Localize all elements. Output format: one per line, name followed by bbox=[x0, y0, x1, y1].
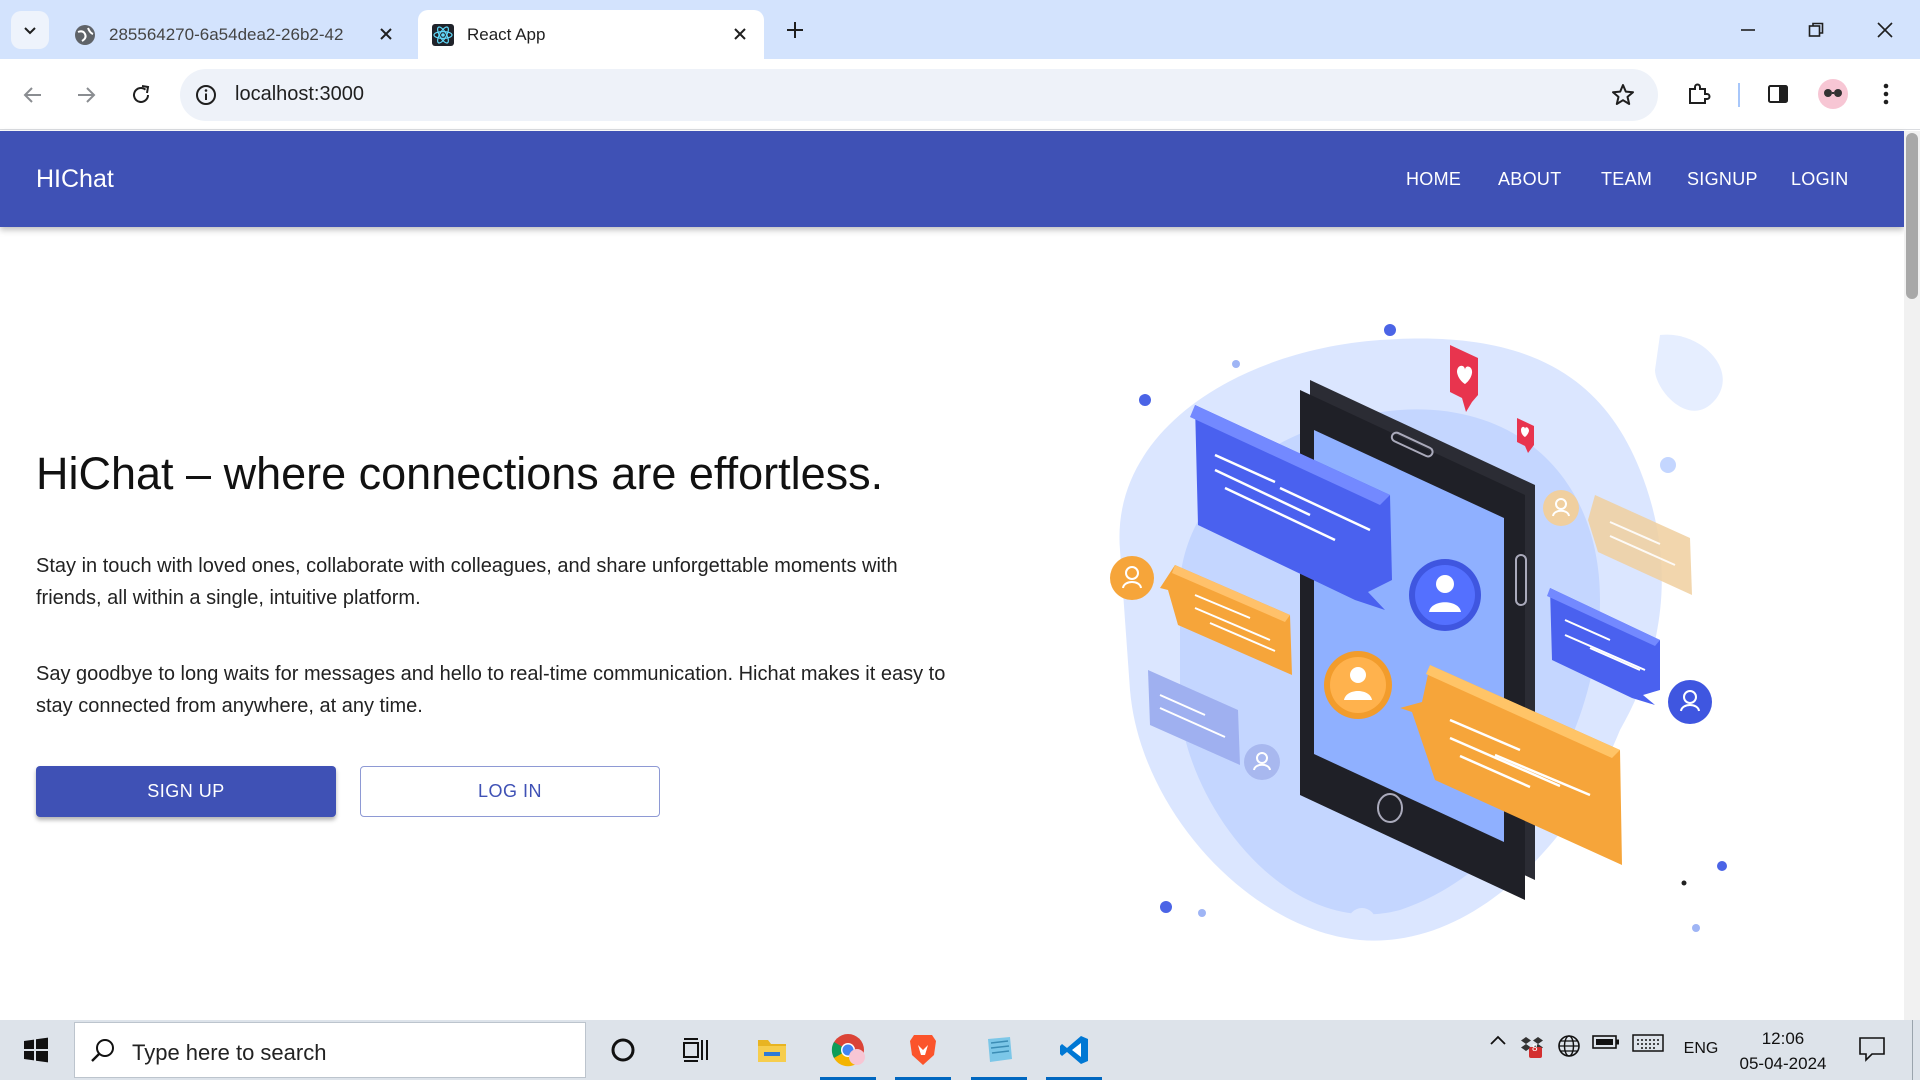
cortana-button[interactable] bbox=[593, 1024, 653, 1076]
task-view-button[interactable] bbox=[666, 1024, 726, 1076]
search-icon bbox=[89, 1037, 117, 1065]
chat-phone-illustration bbox=[1110, 324, 1727, 941]
network-tray-icon[interactable] bbox=[1555, 1034, 1583, 1058]
nav-home[interactable]: HOME bbox=[1406, 169, 1461, 190]
show-hidden-icons-button[interactable] bbox=[1486, 1034, 1510, 1046]
close-icon[interactable] bbox=[730, 24, 750, 44]
action-center-button[interactable] bbox=[1855, 1036, 1889, 1062]
arrow-right-icon bbox=[78, 87, 96, 103]
brand-logo-text[interactable]: HIChat bbox=[36, 165, 114, 194]
tab-inactive[interactable]: 285564270-6a54dea2-26b2-42 bbox=[60, 10, 410, 59]
browser-toolbar: localhost:3000 bbox=[0, 59, 1920, 130]
cortana-circle-icon bbox=[611, 1038, 635, 1062]
browser-tab-strip: 285564270-6a54dea2-26b2-42 React App bbox=[0, 0, 1920, 59]
extensions-button[interactable] bbox=[1680, 76, 1716, 112]
forward-button[interactable] bbox=[68, 77, 104, 113]
chrome-icon bbox=[831, 1034, 865, 1067]
notification-count-badge: 8 bbox=[1532, 1043, 1538, 1054]
tab-search-button[interactable] bbox=[11, 11, 49, 49]
notes-app-taskbar-button[interactable] bbox=[969, 1024, 1029, 1080]
folder-icon bbox=[758, 1040, 786, 1062]
reload-button[interactable] bbox=[123, 77, 159, 113]
back-button[interactable] bbox=[15, 77, 51, 113]
nav-signup[interactable]: SIGNUP bbox=[1687, 169, 1758, 190]
battery-icon bbox=[1592, 1035, 1619, 1049]
search-placeholder: Type here to search bbox=[132, 1040, 327, 1065]
login-button[interactable]: LOG IN bbox=[360, 766, 660, 817]
new-tab-button[interactable] bbox=[777, 12, 813, 48]
url-text: localhost:3000 bbox=[235, 83, 364, 105]
close-icon[interactable] bbox=[376, 24, 396, 44]
clock-time: 12:06 bbox=[1761, 1029, 1805, 1048]
bookmark-star-icon[interactable] bbox=[1610, 82, 1636, 108]
restore-button[interactable] bbox=[1798, 12, 1834, 48]
chevron-up-icon bbox=[1490, 1035, 1506, 1045]
avatar-icon bbox=[1818, 79, 1848, 109]
kebab-menu-icon bbox=[1883, 83, 1889, 105]
arrow-left-icon bbox=[23, 87, 41, 103]
tab-title: 285564270-6a54dea2-26b2-42 bbox=[109, 24, 344, 44]
windows-logo-icon bbox=[24, 1037, 48, 1063]
taskbar-search-box[interactable]: Type here to search bbox=[74, 1022, 586, 1078]
minimize-icon bbox=[1741, 29, 1755, 31]
clock-date: 05-04-2024 bbox=[1739, 1054, 1827, 1073]
brave-taskbar-button[interactable] bbox=[893, 1024, 953, 1080]
close-window-button[interactable] bbox=[1867, 12, 1903, 48]
windows-taskbar: Type here to search 8 ENG 12:06 05-04-20… bbox=[0, 1020, 1920, 1080]
address-bar[interactable]: localhost:3000 bbox=[180, 69, 1658, 121]
signup-button[interactable]: SIGN UP bbox=[36, 766, 336, 817]
battery-tray-icon[interactable] bbox=[1590, 1034, 1622, 1050]
dropbox-tray-icon[interactable]: 8 bbox=[1518, 1034, 1546, 1058]
show-desktop-button[interactable] bbox=[1912, 1020, 1920, 1080]
profile-avatar[interactable] bbox=[1815, 76, 1851, 112]
notification-icon bbox=[1859, 1037, 1885, 1062]
side-panel-icon bbox=[1768, 85, 1788, 103]
nav-login[interactable]: LOGIN bbox=[1791, 169, 1849, 190]
keyboard-icon bbox=[1632, 1034, 1664, 1052]
toolbar-divider bbox=[1738, 83, 1740, 107]
hero-paragraph-2: Say goodbye to long waits for messages a… bbox=[36, 663, 946, 717]
page-scrollbar-thumb[interactable] bbox=[1906, 133, 1918, 299]
nav-team[interactable]: TEAM bbox=[1601, 169, 1652, 190]
start-button[interactable] bbox=[6, 1024, 66, 1076]
tab-title: React App bbox=[467, 24, 546, 44]
keyboard-tray-icon[interactable] bbox=[1630, 1034, 1666, 1052]
react-icon bbox=[432, 23, 454, 46]
globe-icon bbox=[1558, 1035, 1580, 1057]
tab-active[interactable]: React App bbox=[418, 10, 764, 59]
chevron-down-icon bbox=[24, 27, 36, 35]
task-view-icon bbox=[683, 1038, 708, 1062]
site-info-icon[interactable] bbox=[194, 83, 218, 107]
plus-icon bbox=[787, 22, 803, 38]
minimize-button[interactable] bbox=[1730, 12, 1766, 48]
puzzle-icon bbox=[1689, 83, 1711, 104]
globe-icon bbox=[74, 24, 96, 46]
browser-menu-button[interactable] bbox=[1868, 76, 1904, 112]
brave-lion-icon bbox=[910, 1035, 936, 1065]
chrome-taskbar-button[interactable] bbox=[818, 1024, 878, 1080]
system-clock[interactable]: 12:06 05-04-2024 bbox=[1718, 1026, 1848, 1076]
nav-about[interactable]: ABOUT bbox=[1498, 169, 1562, 190]
close-icon bbox=[1877, 22, 1893, 38]
hero-title: HiChat – where connections are effortles… bbox=[36, 448, 884, 499]
restore-icon bbox=[1808, 22, 1824, 37]
file-explorer-button[interactable] bbox=[742, 1024, 802, 1076]
hero-paragraph-1: Stay in touch with loved ones, collabora… bbox=[36, 555, 898, 609]
notepad-icon bbox=[988, 1037, 1012, 1062]
vscode-taskbar-button[interactable] bbox=[1044, 1024, 1104, 1080]
vscode-icon bbox=[1060, 1036, 1088, 1064]
language-indicator[interactable]: ENG bbox=[1681, 1040, 1721, 1058]
side-panel-button[interactable] bbox=[1760, 76, 1796, 112]
reload-icon bbox=[133, 85, 150, 103]
app-header: HIChat HOME ABOUT TEAM SIGNUP LOGIN bbox=[0, 131, 1904, 227]
